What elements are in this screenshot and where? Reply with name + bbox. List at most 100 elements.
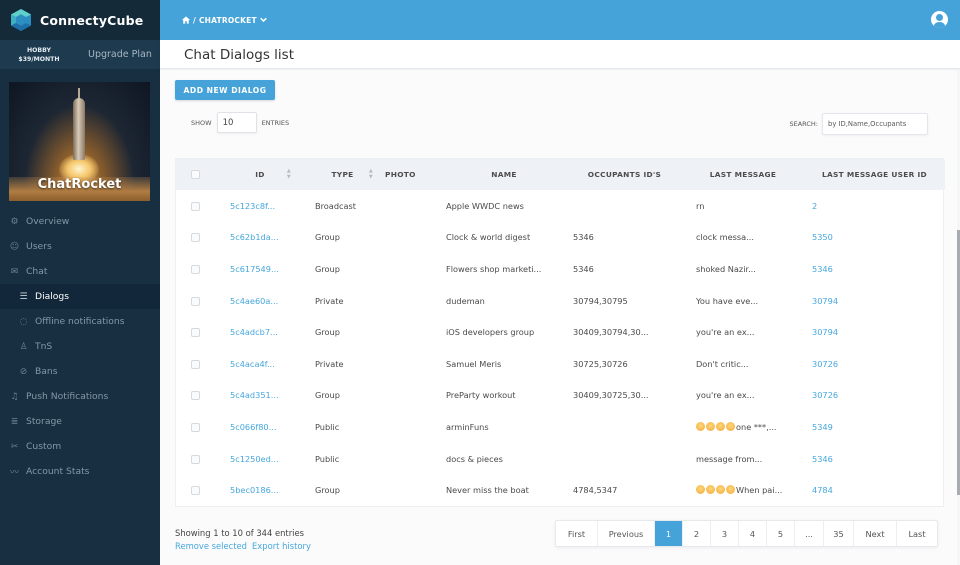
chevron-down-icon[interactable] xyxy=(259,17,267,23)
sort-icon[interactable]: ▲ ▼ xyxy=(286,168,292,180)
sidebar-item-users[interactable]: ☺ Users xyxy=(0,234,160,259)
cell-id-link[interactable]: 5bec0186... xyxy=(214,474,306,506)
cell-last-message: you're an ex... xyxy=(696,390,755,401)
column-header-type[interactable]: TYPE ▲ ▼ xyxy=(306,159,379,190)
emoji-grin-icon xyxy=(696,485,705,495)
cell-select xyxy=(176,253,214,285)
page-button-3[interactable]: 3 xyxy=(711,521,739,546)
cell-user-id-link[interactable]: 5349 xyxy=(804,411,945,443)
sidebar-item-offline-notifications[interactable]: ◌ Offline notifications xyxy=(0,309,160,334)
cell-select xyxy=(176,474,214,506)
table-row[interactable]: 5c4adcb7... Group iOS developers group 3040… xyxy=(176,316,945,348)
sidebar-item-dialogs[interactable]: ☰ Dialogs xyxy=(0,284,160,309)
upgrade-plan-link[interactable]: Upgrade Plan xyxy=(88,49,152,60)
page-button-35[interactable]: 35 xyxy=(824,521,854,546)
cell-user-id-link[interactable]: 30794 xyxy=(804,285,945,317)
sidebar-item-bans[interactable]: ⊘ Bans xyxy=(0,359,160,384)
brand[interactable]: ConnectyCube xyxy=(0,0,160,40)
row-checkbox[interactable] xyxy=(191,296,200,306)
cell-id-link[interactable]: 5c066f80... xyxy=(214,411,306,443)
column-header-id[interactable]: ID ▲ ▼ xyxy=(214,159,306,190)
row-checkbox[interactable] xyxy=(191,391,200,401)
page-button-4[interactable]: 4 xyxy=(739,521,767,546)
cell-last-message: one ***,... xyxy=(682,411,804,443)
row-checkbox[interactable] xyxy=(191,454,200,464)
cell-id-link[interactable]: 5c617549... xyxy=(214,253,306,285)
cell-user-id-link[interactable]: 5350 xyxy=(804,222,945,254)
app-card[interactable]: ChatRocket xyxy=(9,82,150,201)
search-input[interactable] xyxy=(822,113,928,135)
select-all-header xyxy=(176,159,214,190)
list-icon: ☰ xyxy=(19,291,28,302)
home-icon[interactable] xyxy=(182,16,190,24)
cell-photo xyxy=(379,411,441,443)
breadcrumb-app[interactable]: CHATROCKET xyxy=(199,16,257,25)
table-row[interactable]: 5c4ad351... Group PreParty workout 30409,30… xyxy=(176,380,945,412)
cell-user-id-link[interactable]: 30794 xyxy=(804,316,945,348)
page-button-previous[interactable]: Previous xyxy=(598,521,655,546)
cell-photo xyxy=(379,443,441,475)
row-checkbox[interactable] xyxy=(191,359,200,369)
cell-user-id-link[interactable]: 2 xyxy=(804,190,945,222)
sidebar-item-storage[interactable]: ≣ Storage xyxy=(0,409,160,434)
cell-id-link[interactable]: 5c123c8f... xyxy=(214,190,306,222)
cell-user-id-link[interactable]: 5346 xyxy=(804,443,945,475)
row-checkbox[interactable] xyxy=(191,486,200,496)
page-button-1[interactable]: 1 xyxy=(655,521,683,546)
cell-name: Never miss the boat xyxy=(446,485,529,496)
cell-id-link[interactable]: 5c4ae60a... xyxy=(214,285,306,317)
table-row[interactable]: 5c066f80... Public arminFuns one ***,... 534… xyxy=(176,411,945,443)
cell-user-id-link[interactable]: 4784 xyxy=(804,474,945,506)
cell-id-link[interactable]: 5c4ad351... xyxy=(214,380,306,412)
table-row[interactable]: 5c617549... Group Flowers shop marketi... 5… xyxy=(176,253,945,285)
table-row[interactable]: 5bec0186... Group Never miss the boat 4784,… xyxy=(176,474,945,506)
row-checkbox[interactable] xyxy=(191,201,200,211)
cell-id-link[interactable]: 5c1250ed... xyxy=(214,443,306,475)
cell-user-id-link[interactable]: 30726 xyxy=(804,348,945,380)
table-row[interactable]: 5c4ae60a... Private dudeman 30794,30795 You … xyxy=(176,285,945,317)
row-checkbox[interactable] xyxy=(191,328,200,338)
cell-id-link[interactable]: 5c62b1da... xyxy=(214,222,306,254)
person-icon: ♙ xyxy=(19,341,28,352)
cell-photo xyxy=(379,348,441,380)
sidebar-item-label: Overview xyxy=(26,216,70,227)
cell-name: Samuel Meris xyxy=(446,358,502,369)
sidebar-item-overview[interactable]: ⚙ Overview xyxy=(0,209,160,234)
table-row[interactable]: 5c1250ed... Public docs & pieces message fr… xyxy=(176,443,945,475)
table-row[interactable]: 5c123c8f... Broadcast Apple WWDC news rn 2 xyxy=(176,190,945,222)
sidebar-item-custom[interactable]: ✂ Custom xyxy=(0,434,160,459)
page-button-2[interactable]: 2 xyxy=(683,521,711,546)
emoji-smirk-icon xyxy=(716,421,725,431)
cell-name: arminFuns xyxy=(446,421,489,432)
gear-icon: ⚙ xyxy=(10,216,19,227)
cell-occupants: 5346 xyxy=(573,263,594,274)
select-all-checkbox[interactable] xyxy=(191,170,200,180)
row-checkbox[interactable] xyxy=(191,264,200,274)
page-button-first[interactable]: First xyxy=(556,521,598,546)
database-icon: ≣ xyxy=(10,416,19,427)
cell-user-id-link[interactable]: 30726 xyxy=(804,380,945,412)
table-row[interactable]: 5c4aca4f... Private Samuel Meris 30725,3072… xyxy=(176,348,945,380)
sidebar-item-tns[interactable]: ♙ TnS xyxy=(0,334,160,359)
sidebar-item-chat[interactable]: ✉ Chat xyxy=(0,259,160,284)
cell-id-link[interactable]: 5c4adcb7... xyxy=(214,316,306,348)
cell-photo xyxy=(379,316,441,348)
row-checkbox[interactable] xyxy=(191,422,200,432)
page-button-last[interactable]: Last xyxy=(897,521,937,546)
cell-name: Clock & world digest xyxy=(446,232,531,243)
remove-selected-link[interactable]: Remove selected xyxy=(175,540,247,553)
user-avatar-icon[interactable] xyxy=(931,11,948,28)
entries-per-page-input[interactable] xyxy=(216,112,257,133)
cell-id-link[interactable]: 5c4aca4f... xyxy=(214,348,306,380)
row-checkbox[interactable] xyxy=(191,233,200,243)
sidebar-item-account-stats[interactable]: 〰 Account Stats xyxy=(0,459,160,484)
sort-icon[interactable]: ▲ ▼ xyxy=(368,168,374,180)
sidebar-item-push-notifications[interactable]: ♫ Push Notifications xyxy=(0,384,160,409)
export-history-link[interactable]: Export history xyxy=(252,540,311,553)
page-button-next[interactable]: Next xyxy=(854,521,897,546)
cell-occupants: 30409,30794,30... xyxy=(573,327,649,338)
add-new-dialog-button[interactable]: ADD NEW DIALOG xyxy=(175,80,275,100)
table-row[interactable]: 5c62b1da... Group Clock & world digest 5346… xyxy=(176,222,945,254)
cell-user-id-link[interactable]: 5346 xyxy=(804,253,945,285)
page-button-5[interactable]: 5 xyxy=(767,521,795,546)
